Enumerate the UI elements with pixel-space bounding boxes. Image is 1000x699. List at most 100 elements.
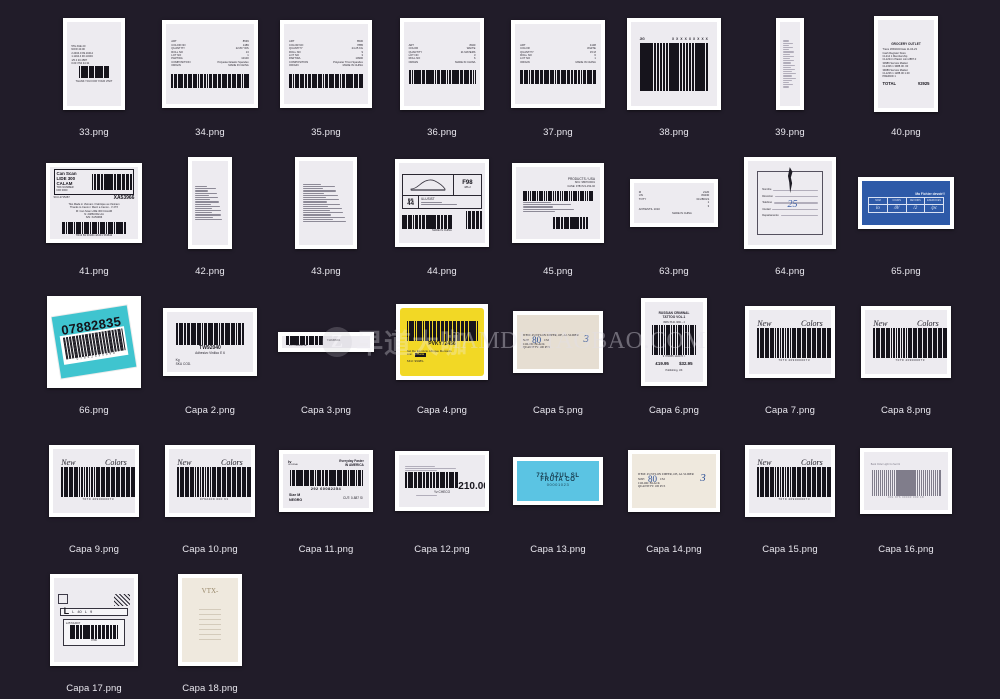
thumbnail-image[interactable]: lv INTERNAL Everyday Faster IN AMERICA 292 6… (279, 450, 373, 512)
thumbnail-image[interactable]: JIG X X X X X X X X X (627, 18, 721, 110)
thumbnail-image[interactable]: M 2120 UN 80430 TOTY 33.28KGS 1 3 ANTIESTIL 1010… (630, 179, 718, 227)
file-thumbnail-item[interactable]: ITEM: 45 NYLON ZIPPER, OE, AL SLIDER SIZE… (616, 425, 732, 564)
file-thumbnail-item[interactable]: RUSSIAN CRIMINAL TATTOO VOL.1 ISBN 78-01 3… (616, 286, 732, 425)
thumbnail-frame[interactable]: New Colors7079 4090000073Cod. 77 (36, 425, 152, 537)
file-thumbnail-item[interactable]: New Colors7079 409000073Cod. 77 Capa 8.png (848, 286, 964, 425)
thumbnail-frame[interactable] (268, 147, 384, 259)
file-thumbnail-item[interactable]: L L 40 L 9 L2574U007 0706 Capa 17.png (36, 564, 152, 699)
thumbnail-frame[interactable]: GROCERY OUTLET Trans 1650234 Date 11-04-2… (848, 8, 964, 120)
thumbnail-frame[interactable]: New Colors7079 4090000073Cod. 77 (732, 425, 848, 537)
file-thumbnail-item[interactable]: lv INTERNAL Everyday Faster IN AMERICA 292 6… (268, 425, 384, 564)
thumbnail-image[interactable]: ART 8020 COLOR WHITE QUANTITY 21 MATERS LOT NO… (400, 18, 484, 110)
file-thumbnail-item[interactable]: New Colors7079 4090000073Cod. 77 Capa 7.pn… (732, 286, 848, 425)
thumbnail-frame[interactable] (152, 147, 268, 259)
thumbnail-image[interactable]: Y123456001 BY COMMERCIAL (278, 332, 374, 352)
file-thumbnail-item[interactable]: 42.png (152, 147, 268, 286)
thumbnail-frame[interactable]: 5TH AVE 20 NOW 43.00 2.2464.9 99.10414 1.11… (36, 8, 152, 120)
thumbnail-frame[interactable]: 721 AZUL SL FRUTA CO 00001023 (500, 425, 616, 537)
thumbnail-image[interactable]: PVKY72456 Set De Ejercicio Afinque Mercad… (396, 304, 488, 380)
thumbnail-image[interactable]: New Colors7079 4090000073Cod. 77 (49, 445, 139, 517)
file-thumbnail-item[interactable]: 5TH AVE 20 NOW 43.00 2.2464.9 99.10414 1.11… (36, 8, 152, 147)
thumbnail-image[interactable]: 5TH AVE 20 NOW 43.00 2.2464.9 99.10414 1.11… (63, 18, 125, 110)
thumbnail-image[interactable]: TW92040 Adhesivo Vinilico E 6 Kg SKU COD. (163, 308, 257, 376)
thumbnail-image[interactable]: 07882835 0 7 8 8 2 8 3 5 0 9 0 (47, 296, 141, 388)
file-thumbnail-item[interactable]: ITEM: 45 NYLON ZIPPER, OE, AL SLIDER SIZE… (500, 286, 616, 425)
thumbnail-frame[interactable]: New Colors7079 409000073Cod. 77 (848, 286, 964, 398)
file-thumbnail-item[interactable]: ART 4138 COLOR WHITE QUANTITY 15 M ROLL NO 6 LOT… (500, 8, 616, 147)
thumbnail-image[interactable]: New Colors7079 4090000073Cod. 77 (745, 306, 835, 378)
file-thumbnail-item[interactable]: VTX- Capa 18.png (152, 564, 268, 699)
file-thumbnail-item[interactable]: Nombre Direccion Telefono Ciudad Departament… (732, 147, 848, 286)
file-thumbnail-item[interactable]: New Colors0792409 000 93Cod. 77 Capa 10.pn… (152, 425, 268, 564)
file-thumbnail-item[interactable]: New Colors7079 4090000073Cod. 77 Capa 9.pn… (36, 425, 152, 564)
thumbnail-frame[interactable]: TW92040 Adhesivo Vinilico E 6 Kg SKU COD. (152, 286, 268, 398)
thumbnail-image[interactable]: Can Scan LIDE 300 CALAM TRK NUMBER DIR 0000 S… (46, 163, 142, 243)
thumbnail-image[interactable]: ITEM: 45 NYLON ZIPPER, OE, AL SLIDER SIZE… (628, 450, 720, 512)
thumbnail-frame[interactable]: New Colors0792409 000 93Cod. 77 (152, 425, 268, 537)
thumbnail-frame[interactable]: ITEM: 45 NYLON ZIPPER, OE, AL SLIDER SIZE… (616, 425, 732, 537)
thumbnail-frame[interactable]: New Colors7079 4090000073Cod. 77 (732, 286, 848, 398)
thumbnail-frame[interactable]: Can Scan LIDE 300 CALAM TRK NUMBER DIR 0000 S… (36, 147, 152, 259)
file-thumbnail-item[interactable]: ART 8530 COLOR NO 7885 QUANTITY 24.25 KG ROLL … (268, 8, 384, 147)
thumbnail-image[interactable]: ART 4138 COLOR WHITE QUANTITY 15 M ROLL NO 6 LOT… (511, 20, 605, 108)
file-thumbnail-item[interactable]: Y123456001 BY COMMERCIAL Capa 3.png (268, 286, 384, 425)
thumbnail-image[interactable]: 721 AZUL SL FRUTA CO 00001023 (513, 457, 603, 505)
thumbnail-frame[interactable]: ITEM: 45 NYLON ZIPPER, OE, AL SLIDER SIZE… (500, 286, 616, 398)
file-thumbnail-item[interactable]: ART 8020 COLOR WHITE QUANTITY 21 MATERS LOT NO… (384, 8, 500, 147)
thumbnail-frame[interactable]: F98 486-2 BR 44 ILLUSIST MADE IN CHINA (384, 147, 500, 259)
file-thumbnail-item[interactable]: Ma Fichier devoir!! NOM lo COURS/8/DEVOIRS /… (848, 147, 964, 286)
file-thumbnail-item[interactable]: JIG X X X X X X X X X 38.png (616, 8, 732, 147)
thumbnail-image[interactable]: ART 8539 COLOR NO 1489 QUANTITY 22.80 YDS ROLL… (162, 20, 258, 108)
thumbnail-image[interactable]: Ma Fichier devoir!! NOM lo COURS/8/DEVOIRS /… (858, 177, 954, 229)
file-thumbnail-item[interactable]: 07882835 0 7 8 8 2 8 3 5 0 9 0 66.png (36, 286, 152, 425)
thumbnail-frame[interactable] (732, 8, 848, 120)
thumbnail-image[interactable]: Nombre Direccion Telefono Ciudad Departament… (744, 157, 836, 249)
file-grid[interactable]: 5TH AVE 20 NOW 43.00 2.2464.9 99.10414 1.11… (0, 0, 1000, 699)
thumbnail-image[interactable] (776, 18, 804, 110)
file-thumbnail-item[interactable]: PVKY72456 Set De Ejercicio Afinque Mercad… (384, 286, 500, 425)
thumbnail-frame[interactable]: ART 8020 COLOR WHITE QUANTITY 21 MATERS LOT NO… (384, 8, 500, 120)
thumbnail-frame[interactable]: ART 8530 COLOR NO 7885 QUANTITY 24.25 KG ROLL … (268, 8, 384, 120)
file-thumbnail-item[interactable]: F98 486-2 BR 44 ILLUSIST MADE IN CHINA 44.png (384, 147, 500, 286)
thumbnail-frame[interactable]: ART 4138 COLOR WHITE QUANTITY 15 M ROLL NO 6 LOT… (500, 8, 616, 120)
thumbnail-frame[interactable]: L L 40 L 9 L2574U007 0706 (36, 564, 152, 676)
thumbnail-image[interactable]: ART 8530 COLOR NO 7885 QUANTITY 24.25 KG ROLL … (280, 20, 372, 108)
thumbnail-image[interactable]: ITEM: 45 NYLON ZIPPER, OE, AL SLIDER SIZE… (513, 311, 603, 373)
file-thumbnail-item[interactable]: M 2120 UN 80430 TOTY 33.28KGS 1 3 ANTIESTIL 1010… (616, 147, 732, 286)
file-thumbnail-item[interactable]: New Colors7079 4090000073Cod. 77 Capa 15.p… (732, 425, 848, 564)
file-thumbnail-item[interactable]: GROCERY OUTLET Trans 1650234 Date 11-04-2… (848, 8, 964, 147)
thumbnail-image[interactable]: 210.00Yz CHECO (395, 451, 489, 511)
thumbnail-frame[interactable]: Y123456001 BY COMMERCIAL (268, 286, 384, 398)
thumbnail-image[interactable]: PRODUCTS / USA SKU: 9867C0001 CASE: 378172… (512, 163, 604, 243)
file-thumbnail-item[interactable]: ART 8539 COLOR NO 1489 QUANTITY 22.80 YDS ROLL… (152, 8, 268, 147)
file-thumbnail-item[interactable]: 210.00Yz CHECO Capa 12.png (384, 425, 500, 564)
file-thumbnail-item[interactable]: TW92040 Adhesivo Vinilico E 6 Kg SKU COD. Ca… (152, 286, 268, 425)
file-thumbnail-item[interactable]: Can Scan LIDE 300 CALAM TRK NUMBER DIR 0000 S… (36, 147, 152, 286)
thumbnail-image[interactable] (295, 157, 357, 249)
thumbnail-frame[interactable]: Ma Fichier devoir!! NOM lo COURS/8/DEVOIRS /… (848, 147, 964, 259)
file-thumbnail-item[interactable]: 43.png (268, 147, 384, 286)
thumbnail-frame[interactable]: Nombre Direccion Telefono Ciudad Departament… (732, 147, 848, 259)
thumbnail-image[interactable]: GROCERY OUTLET Trans 1650234 Date 11-04-2… (874, 16, 938, 112)
thumbnail-frame[interactable]: ART 8539 COLOR NO 1489 QUANTITY 22.80 YDS ROLL… (152, 8, 268, 120)
thumbnail-frame[interactable]: lv INTERNAL Everyday Faster IN AMERICA 292 6… (268, 425, 384, 537)
thumbnail-image[interactable]: New Colors0792409 000 93Cod. 77 (165, 445, 255, 517)
file-thumbnail-item[interactable]: 39.png (732, 8, 848, 147)
file-thumbnail-item[interactable]: Book Order Light Co Set 01 901 976 09990 … (848, 425, 964, 564)
thumbnail-frame[interactable]: 07882835 0 7 8 8 2 8 3 5 0 9 0 (36, 286, 152, 398)
thumbnail-frame[interactable]: PRODUCTS / USA SKU: 9867C0001 CASE: 378172… (500, 147, 616, 259)
thumbnail-image[interactable]: RUSSIAN CRIMINAL TATTOO VOL.1 ISBN 78-01 3… (641, 298, 707, 386)
thumbnail-image[interactable]: F98 486-2 BR 44 ILLUSIST MADE IN CHINA (395, 159, 489, 247)
thumbnail-image[interactable]: New Colors7079 409000073Cod. 77 (861, 306, 951, 378)
thumbnail-frame[interactable]: M 2120 UN 80430 TOTY 33.28KGS 1 3 ANTIESTIL 1010… (616, 147, 732, 259)
thumbnail-image[interactable]: Book Order Light Co Set 01 901 976 09990 … (860, 448, 952, 514)
thumbnail-image[interactable]: New Colors7079 4090000073Cod. 77 (745, 445, 835, 517)
thumbnail-frame[interactable]: 210.00Yz CHECO (384, 425, 500, 537)
thumbnail-frame[interactable]: RUSSIAN CRIMINAL TATTOO VOL.1 ISBN 78-01 3… (616, 286, 732, 398)
thumbnail-image[interactable]: L L 40 L 9 L2574U007 0706 (50, 574, 138, 666)
thumbnail-image[interactable]: VTX- (178, 574, 242, 666)
thumbnail-frame[interactable]: JIG X X X X X X X X X (616, 8, 732, 120)
thumbnail-frame[interactable]: VTX- (152, 564, 268, 676)
thumbnail-image[interactable] (188, 157, 232, 249)
thumbnail-frame[interactable]: PVKY72456 Set De Ejercicio Afinque Mercad… (384, 286, 500, 398)
